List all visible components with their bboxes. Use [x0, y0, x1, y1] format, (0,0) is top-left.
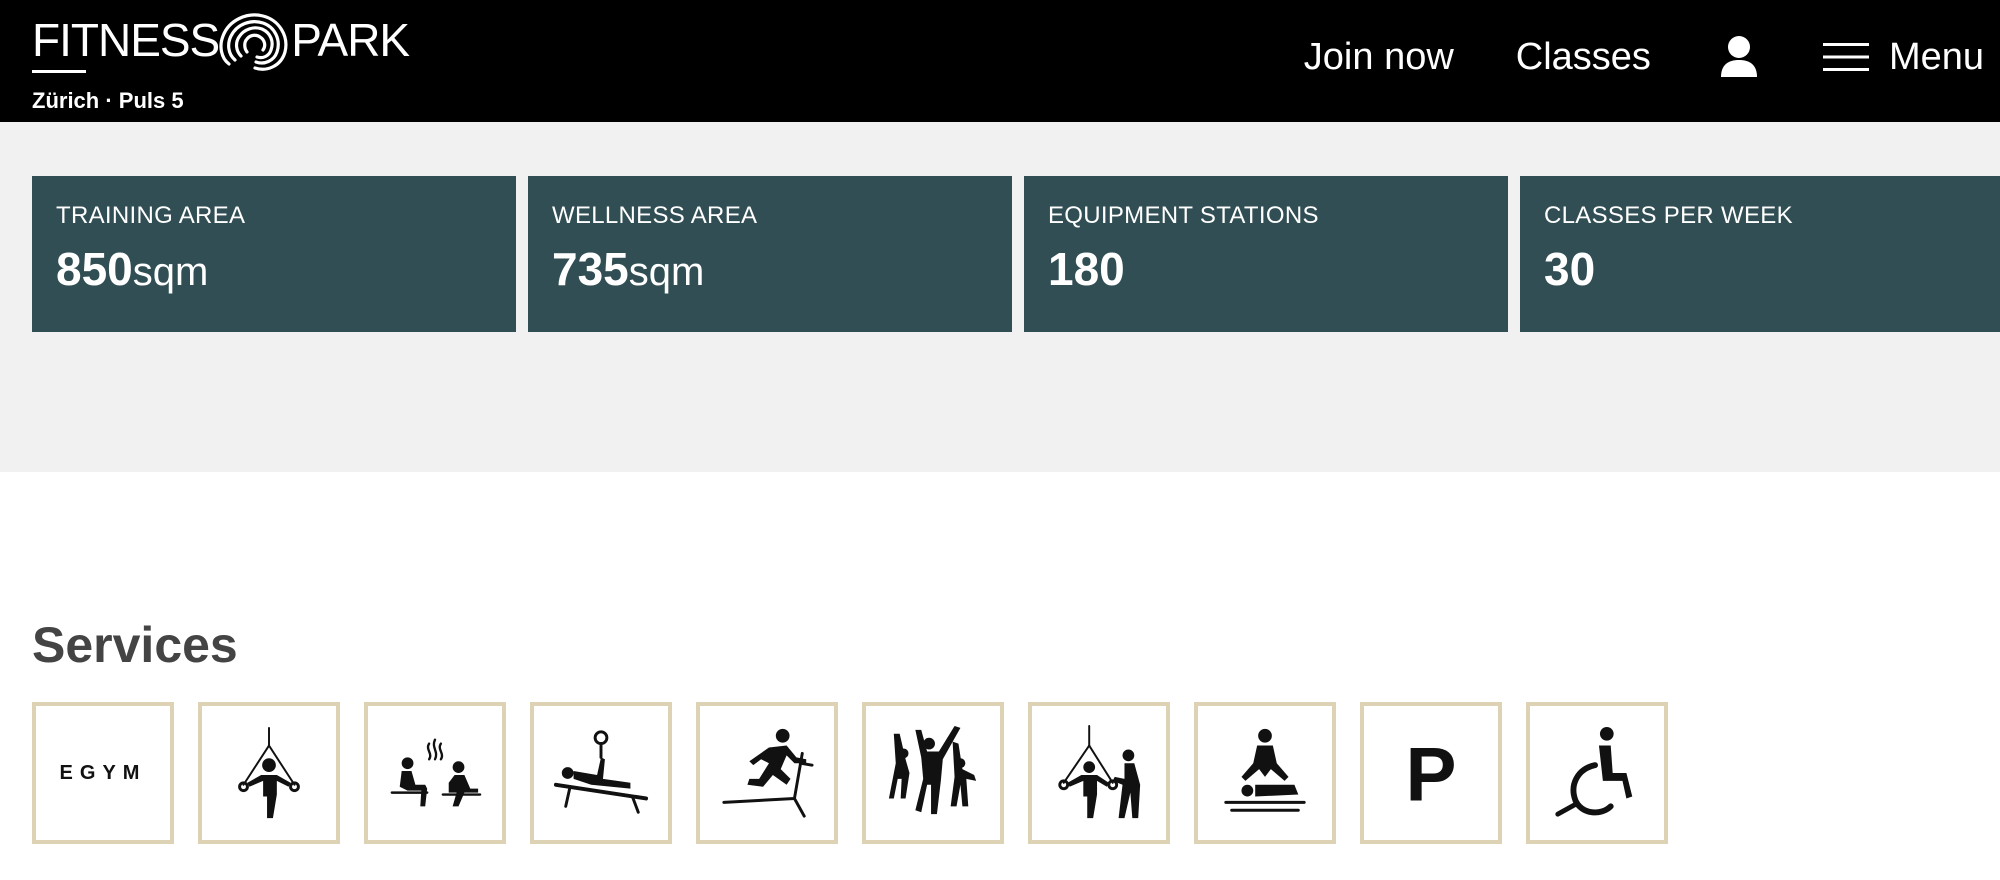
personal-training-icon	[1058, 724, 1141, 819]
stat-card-training-area: TRAINING AREA 850sqm	[32, 176, 516, 332]
stat-number: 850	[56, 243, 133, 295]
stat-label: TRAINING AREA	[56, 202, 246, 229]
services-heading: Services	[32, 617, 238, 673]
massage-icon	[1224, 728, 1306, 812]
stat-card-wellness-area: WELLNESS AREA 735sqm	[528, 176, 1012, 332]
stat-card-classes-per-week: CLASSES PER WEEK 30	[1520, 176, 2000, 332]
user-icon	[1720, 36, 1757, 77]
service-group-class[interactable]	[862, 702, 1004, 844]
stat-value: 850sqm	[56, 242, 492, 296]
service-personal-training[interactable]	[1028, 702, 1170, 844]
weight-bench-icon	[553, 730, 649, 814]
menu-label: Menu	[1888, 35, 1984, 78]
logo-word-right: PARK	[291, 14, 410, 66]
service-weight-bench[interactable]	[530, 702, 672, 844]
treadmill-icon	[722, 728, 814, 818]
service-parking[interactable]: P	[1360, 702, 1502, 844]
fitness-park-logo[interactable]: FITNESS PARK	[32, 4, 410, 76]
group-class-icon	[888, 725, 977, 815]
user-account-button[interactable]	[1719, 34, 1759, 80]
sauna-icon	[390, 738, 482, 807]
stat-label: WELLNESS AREA	[552, 202, 758, 229]
stat-value: 735sqm	[552, 242, 988, 296]
parking-icon: P	[1406, 732, 1457, 817]
club-location: Zürich · Puls 5	[32, 88, 184, 113]
service-egym[interactable]: EGYM	[32, 702, 174, 844]
site-header: FITNESS PARK Zürich · Puls 5 Join now Cl…	[0, 0, 2000, 122]
stat-value: 30	[1544, 242, 1980, 296]
brand[interactable]: FITNESS PARK Zürich · Puls 5	[32, 4, 410, 113]
join-now-link[interactable]: Join now	[1304, 36, 1454, 79]
logo-underline	[32, 70, 86, 73]
stat-value: 180	[1048, 242, 1484, 296]
wheelchair-accessible-icon	[1555, 726, 1633, 817]
stat-label: EQUIPMENT STATIONS	[1048, 202, 1319, 229]
service-sauna[interactable]	[364, 702, 506, 844]
hamburger-menu-icon	[1822, 43, 1869, 71]
stat-card-equipment-stations: EQUIPMENT STATIONS 180	[1024, 176, 1508, 332]
suspension-training-icon	[238, 726, 300, 819]
stat-number: 180	[1048, 243, 1125, 295]
stat-unit: sqm	[132, 250, 209, 294]
parking-icon-letter: P	[1406, 732, 1457, 817]
service-wheelchair-access[interactable]	[1526, 702, 1668, 844]
menu-button[interactable]: Menu	[1822, 35, 1984, 79]
logo-word-left: FITNESS	[32, 14, 220, 66]
service-massage[interactable]	[1194, 702, 1336, 844]
stats-band: TRAINING AREA 850sqm WELLNESS AREA 735sq…	[0, 122, 2000, 472]
classes-link[interactable]: Classes	[1516, 36, 1651, 79]
stat-number: 735	[552, 243, 629, 295]
fitness-park-swirl-logo-icon	[219, 13, 288, 71]
stat-unit: sqm	[628, 250, 705, 294]
egym-icon: EGYM	[59, 761, 147, 784]
stat-label: CLASSES PER WEEK	[1544, 202, 1793, 229]
service-treadmill[interactable]	[696, 702, 838, 844]
main-nav: Join now Classes Menu	[1242, 28, 1984, 86]
service-suspension-training[interactable]	[198, 702, 340, 844]
stat-number: 30	[1544, 243, 1596, 295]
